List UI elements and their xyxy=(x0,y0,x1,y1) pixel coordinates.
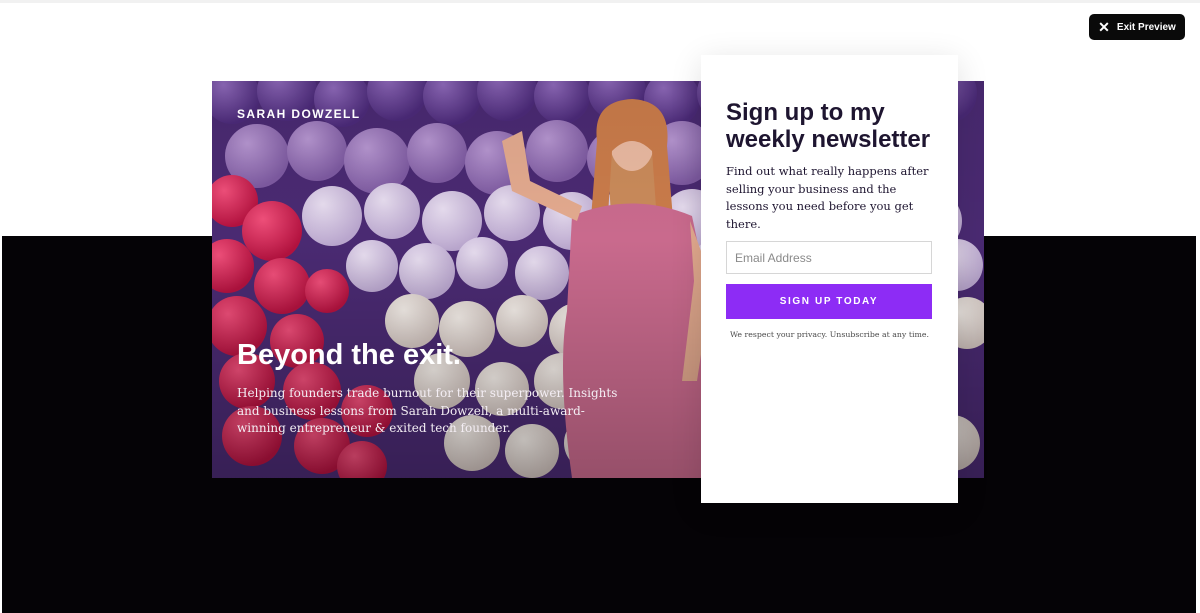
privacy-note: We respect your privacy. Unsubscribe at … xyxy=(730,330,929,339)
hero-subtitle: Helping founders trade burnout for their… xyxy=(237,386,618,435)
exit-preview-button[interactable]: ✕ Exit Preview xyxy=(1089,14,1185,40)
brand-name: SARAH DOWZELL xyxy=(237,107,361,121)
email-field[interactable] xyxy=(726,241,932,274)
hero-title: Beyond the exit. xyxy=(237,339,461,371)
sign-up-button[interactable]: SIGN UP TODAY xyxy=(726,284,932,319)
newsletter-title: Sign up to my weekly newsletter xyxy=(726,99,931,153)
exit-preview-label: Exit Preview xyxy=(1116,21,1176,33)
newsletter-card: Sign up to my weekly newsletter Find out… xyxy=(701,55,958,503)
close-icon: ✕ xyxy=(1098,19,1110,35)
newsletter-description: Find out what really happens after selli… xyxy=(726,164,929,231)
